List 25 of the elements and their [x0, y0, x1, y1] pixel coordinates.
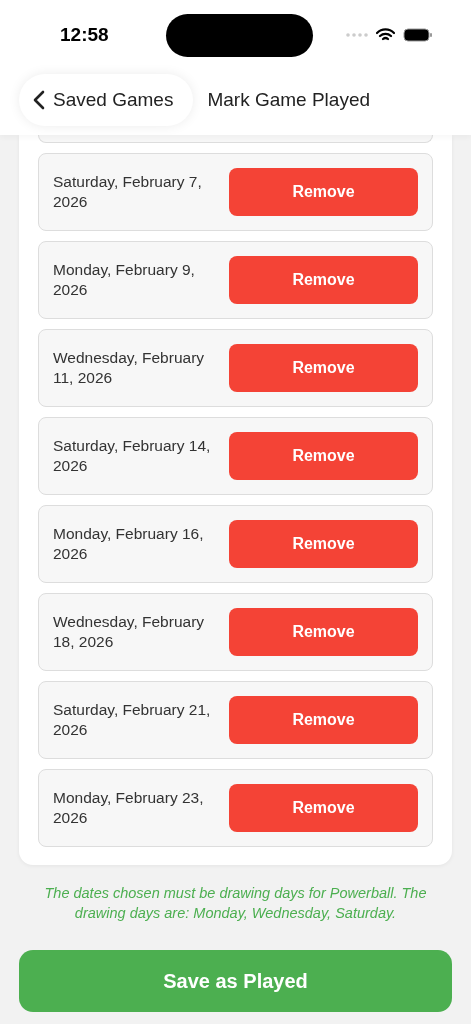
date-label: Monday, February 16, 2026: [53, 524, 205, 564]
date-label: Saturday, February 7, 2026: [53, 172, 203, 212]
signal-icon: [346, 33, 368, 37]
date-label: Wednesday, February 18, 2026: [53, 612, 206, 652]
remove-button[interactable]: Remove: [229, 168, 418, 216]
status-time: 12:58: [60, 24, 109, 46]
battery-icon: [403, 28, 433, 42]
remove-button[interactable]: Remove: [229, 344, 418, 392]
date-label: Monday, February 9, 2026: [53, 260, 196, 300]
remove-button[interactable]: Remove: [229, 608, 418, 656]
remove-button[interactable]: Remove: [229, 520, 418, 568]
date-label: Saturday, February 14, 2026: [53, 436, 212, 476]
screen-title: Mark Game Played: [207, 88, 371, 111]
drawing-days-note: The dates chosen must be drawing days for Powerball. The drawing days are: Monday, Wednesday, Saturday.: [43, 884, 428, 923]
remove-button[interactable]: Remove: [229, 256, 418, 304]
date-label: Saturday, February 21, 2026: [53, 700, 212, 740]
remove-button[interactable]: Remove: [229, 784, 418, 832]
remove-button[interactable]: Remove: [229, 432, 418, 480]
back-button[interactable]: Saved Games: [19, 73, 194, 126]
chevron-left-icon: [33, 89, 45, 110]
remove-button[interactable]: Remove: [229, 696, 418, 744]
wifi-icon: [376, 28, 395, 42]
save-button[interactable]: Save as Played: [19, 950, 452, 1012]
date-label: Wednesday, February 11, 2026: [53, 348, 206, 388]
date-label: Monday, February 23, 2026: [53, 788, 205, 828]
